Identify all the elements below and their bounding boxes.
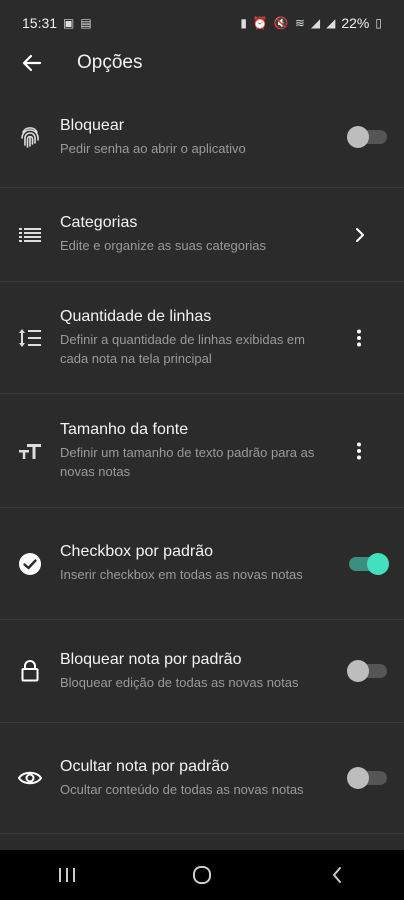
battery-icon: ▯: [375, 16, 382, 30]
arrow-left-icon: [22, 54, 42, 72]
check-circle-icon: [0, 552, 60, 576]
setting-title: Ocultar nota por padrão: [60, 757, 229, 775]
setting-subtitle: Pedir senha ao abrir o aplicativo: [60, 140, 246, 156]
status-time: 15:31: [22, 15, 58, 31]
eye-icon: [0, 770, 60, 786]
setting-hide-note-default[interactable]: Ocultar nota por padrão Ocultar conteúdo…: [0, 723, 404, 834]
mute-icon: 🔇: [273, 16, 289, 30]
more-vert-icon[interactable]: [356, 329, 362, 347]
setting-font-size[interactable]: Tamanho da fonte Definir um tamanho de t…: [0, 394, 404, 508]
lock-app-toggle[interactable]: [347, 126, 387, 148]
setting-title: Categorias: [60, 214, 138, 231]
chevron-right-icon[interactable]: [354, 227, 366, 243]
gallery-icon: ▤: [80, 16, 92, 30]
setting-checkbox-default[interactable]: Checkbox por padrão Inserir checkbox em …: [0, 508, 404, 620]
recents-icon: [59, 868, 76, 882]
wifi-icon: ≋: [294, 16, 305, 30]
setting-lock-note-default[interactable]: Bloquear nota por padrão Bloquear edição…: [0, 620, 404, 723]
back-nav-button[interactable]: [307, 855, 367, 895]
back-nav-icon: [332, 867, 341, 883]
alarm-icon: ⏰: [252, 16, 268, 30]
setting-title: Bloquear: [60, 116, 125, 134]
settings-list: Bloquear Pedir senha ao abrir o aplicati…: [0, 87, 404, 834]
home-icon: [192, 866, 211, 884]
setting-subtitle: Bloquear edição de todas as novas notas: [60, 674, 299, 690]
back-button[interactable]: [17, 48, 47, 78]
hide-note-default-toggle[interactable]: [347, 767, 387, 789]
list-icon: [0, 227, 60, 243]
setting-lock-app[interactable]: Bloquear Pedir senha ao abrir o aplicati…: [0, 87, 404, 188]
setting-title: Bloquear nota por padrão: [60, 650, 242, 668]
more-vert-icon[interactable]: [356, 442, 362, 460]
lock-icon: [0, 660, 60, 682]
signal-icon: ◢: [310, 16, 321, 30]
setting-title: Tamanho da fonte: [60, 420, 189, 438]
lock-note-default-toggle[interactable]: [347, 660, 387, 682]
signal-icon-2: ◢: [326, 16, 336, 30]
text-size-icon: [0, 442, 60, 460]
notification-icon: ▣: [63, 16, 75, 30]
fingerprint-icon: [0, 125, 60, 149]
setting-subtitle: Inserir checkbox em todas as novas notas: [60, 567, 303, 582]
page-title: Opções: [77, 52, 143, 73]
setting-subtitle: Definir um tamanho de texto padrão para …: [60, 444, 315, 479]
line-spacing-icon: [0, 328, 60, 348]
lock-status-icon: ▮: [240, 16, 247, 30]
checkbox-default-toggle[interactable]: [349, 552, 389, 575]
home-button[interactable]: [172, 855, 232, 895]
setting-subtitle: Edite e organize as suas categorias: [60, 238, 266, 253]
setting-line-count[interactable]: Quantidade de linhas Definir a quantidad…: [0, 282, 404, 394]
setting-title: Quantidade de linhas: [60, 307, 212, 325]
system-nav-bar: [0, 850, 404, 900]
setting-title: Checkbox por padrão: [60, 543, 213, 560]
recents-button[interactable]: [37, 855, 97, 895]
setting-categories[interactable]: Categorias Edite e organize as suas cate…: [0, 188, 404, 282]
setting-subtitle: Ocultar conteúdo de todas as novas notas: [60, 781, 304, 797]
setting-subtitle: Definir a quantidade de linhas exibidas …: [60, 331, 305, 366]
battery-percent: 22%: [341, 15, 370, 31]
app-bar: Opções: [0, 40, 404, 86]
